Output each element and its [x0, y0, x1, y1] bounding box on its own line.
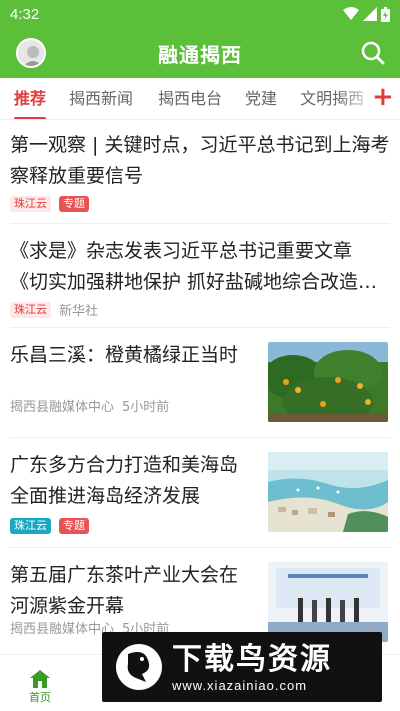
source-badge: 珠江云: [10, 196, 51, 212]
news-feed: 第一观察 | 关键时点，习近平总书记到上海考察释放重要信号 珠江云 专题 《求是…: [0, 120, 400, 658]
list-item[interactable]: 广东多方合力打造和美海岛 全面推进海岛经济发展 珠江云 专题: [10, 438, 390, 548]
article-title: 乐昌三溪：橙黄橘绿正当时: [10, 344, 239, 366]
tab-jiexi-news[interactable]: 揭西新闻: [60, 78, 142, 119]
status-icons: [343, 6, 390, 22]
list-item[interactable]: 《求是》杂志发表习近平总书记重要文章《切实加强耕地保护 抓好盐碱地综合改造… 珠…: [10, 224, 390, 328]
article-source: 揭西县融媒体中心: [10, 622, 115, 637]
topic-badge: 专题: [59, 518, 89, 534]
list-item[interactable]: 乐昌三溪：橙黄橘绿正当时 揭西县融媒体中心 5小时前: [10, 328, 390, 438]
watermark-url: www.xiazainiao.com: [172, 677, 308, 693]
tab-party-building[interactable]: 党建: [231, 78, 286, 119]
watermark-text: 下载鸟资源 www.xiazainiao.com: [172, 642, 332, 693]
user-avatar[interactable]: [16, 38, 46, 68]
nav-home[interactable]: 首页: [0, 655, 80, 711]
article-title: 广东多方合力打造和美海岛 全面推进海岛经济发展: [10, 454, 239, 507]
list-item[interactable]: 第一观察 | 关键时点，习近平总书记到上海考察释放重要信号 珠江云 专题: [10, 120, 390, 224]
article-meta: 揭西县融媒体中心 5小时前: [10, 396, 169, 415]
source-badge: 珠江云: [10, 518, 51, 534]
island-aerial-photo: [268, 452, 388, 532]
bird-logo-icon: [116, 644, 162, 690]
watermark-banner: 下载鸟资源 www.xiazainiao.com: [102, 632, 382, 702]
battery-icon: [381, 6, 390, 22]
topic-badge: 专题: [59, 196, 89, 212]
article-title-text: 《求是》杂志发表习近平总书记重要文章《切实加强耕地保护 抓好盐碱地综合改造…: [10, 240, 378, 293]
source-badge: 珠江云: [10, 301, 51, 318]
status-bar: 4:32: [0, 0, 400, 28]
article-source: 揭西县融媒体中心: [10, 400, 115, 415]
article-title: 第一观察 | 关键时点，习近平总书记到上海考察释放重要信号: [10, 134, 390, 187]
article-source: 新华社: [59, 304, 99, 319]
app-bar: 融通揭西: [0, 28, 400, 78]
orange-orchard-photo: [268, 342, 388, 422]
channel-tabs: 推荐 揭西新闻 揭西电台 党建 文明揭西 +: [0, 78, 400, 120]
tab-recommend[interactable]: 推荐: [0, 78, 60, 119]
watermark-main: 下载鸟资源: [172, 641, 332, 677]
tea-conference-photo: [268, 562, 388, 642]
article-title: 《求是》杂志发表习近平总书记重要文章《切实加强耕地保护 抓好盐碱地综合改造…: [10, 236, 390, 298]
home-icon: [30, 670, 50, 688]
nav-home-label: 首页: [29, 691, 51, 704]
article-time: 5小时前: [122, 400, 170, 415]
search-button[interactable]: [360, 40, 386, 66]
article-meta: 珠江云 新华社: [10, 300, 390, 319]
article-meta: 珠江云 专题: [10, 196, 390, 212]
wifi-icon: [343, 7, 359, 20]
add-channel-button[interactable]: +: [372, 84, 394, 110]
user-icon: [23, 46, 43, 66]
tab-jiexi-radio[interactable]: 揭西电台: [142, 78, 231, 119]
article-title: 第五届广东茶叶产业大会在河源紫金开幕: [10, 564, 239, 617]
article-meta: 珠江云 专题: [10, 518, 89, 534]
status-time: 4:32: [10, 5, 40, 23]
signal-icon: [363, 7, 377, 21]
search-icon: [361, 41, 385, 65]
page-title: 融通揭西: [158, 42, 242, 67]
